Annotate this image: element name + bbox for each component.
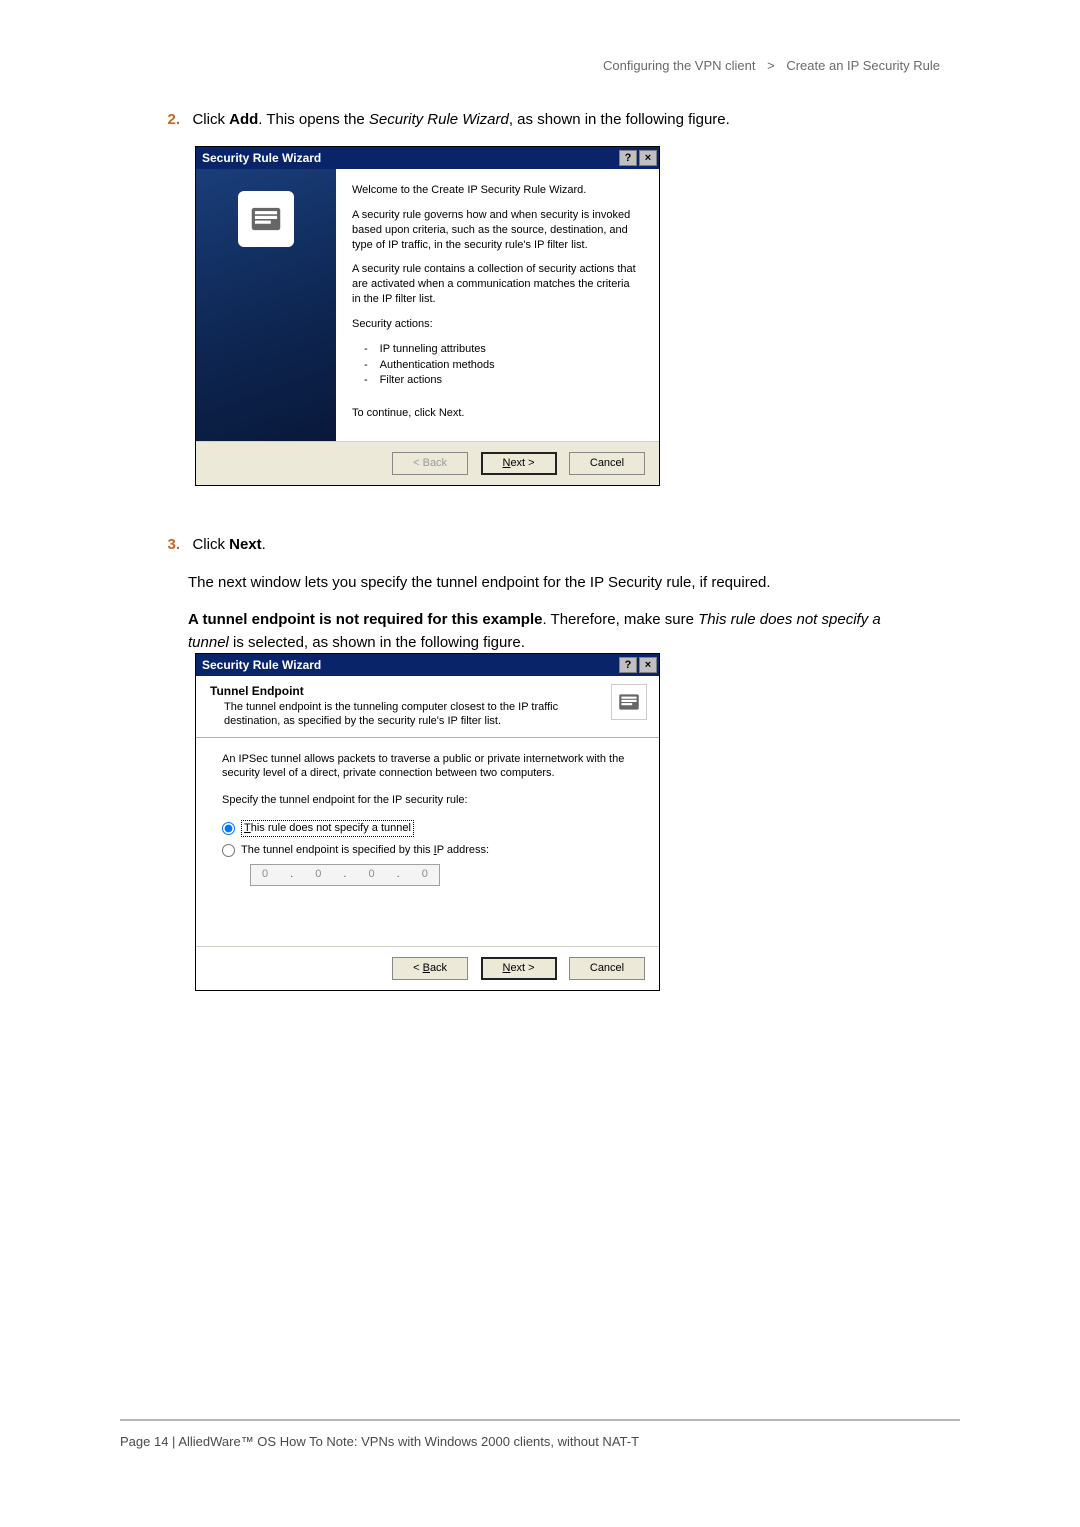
dialog2-titlebar: Security Rule Wizard ? ×	[196, 654, 659, 676]
list-item: IP tunneling attributes	[364, 342, 641, 357]
footer-divider	[120, 1419, 960, 1421]
step-2-number: 2.	[158, 111, 180, 128]
step-3-para1: The next window lets you specify the tun…	[188, 571, 918, 594]
cancel-button[interactable]: Cancel	[569, 452, 645, 475]
dialog1-actions-label: Security actions:	[352, 317, 641, 332]
step-2: 2. Click Add. This opens the Security Ru…	[158, 109, 918, 132]
wizard-sidebar-image	[196, 169, 336, 441]
back-button[interactable]: < Back	[392, 957, 468, 980]
dialog1-continue: To continue, click Next.	[352, 406, 641, 421]
wizard-icon	[238, 191, 294, 247]
dialog2-heading-desc: The tunnel endpoint is the tunneling com…	[224, 700, 645, 729]
page-footer: Page 14 | AlliedWare™ OS How To Note: VP…	[120, 1434, 639, 1449]
back-button: < Back	[392, 452, 468, 475]
radio-tunnel-ip-row[interactable]: The tunnel endpoint is specified by this…	[222, 843, 633, 858]
dialog2-title: Security Rule Wizard	[202, 654, 321, 676]
cancel-button[interactable]: Cancel	[569, 957, 645, 980]
step-3-para2: A tunnel endpoint is not required for th…	[188, 608, 918, 655]
breadcrumb-part1: Configuring the VPN client	[603, 58, 755, 73]
security-rule-wizard-welcome-dialog: Security Rule Wizard ? × Welcome to the …	[195, 146, 660, 486]
list-item: Authentication methods	[364, 358, 641, 373]
next-button[interactable]: Next >	[481, 957, 557, 980]
breadcrumb-part2: Create an IP Security Rule	[786, 58, 940, 73]
dialog1-welcome: Welcome to the Create IP Security Rule W…	[352, 183, 641, 198]
close-icon[interactable]: ×	[639, 657, 657, 673]
radio-no-tunnel-row[interactable]: This rule does not specify a tunnel	[222, 820, 633, 837]
radio-tunnel-ip-label: The tunnel endpoint is specified by this…	[241, 843, 489, 858]
dialog1-window-controls: ? ×	[619, 150, 659, 166]
step-2-text: Click Add. This opens the Security Rule …	[192, 111, 729, 128]
step-3-number: 3.	[158, 536, 180, 553]
ip-address-input[interactable]: 0. 0. 0. 0	[250, 864, 440, 886]
help-icon[interactable]: ?	[619, 150, 637, 166]
dialog2-button-row: < Back Next > Cancel	[196, 946, 659, 990]
dialog2-window-controls: ? ×	[619, 657, 659, 673]
tunnel-endpoint-dialog: Security Rule Wizard ? × Tunnel Endpoint…	[195, 653, 660, 991]
close-icon[interactable]: ×	[639, 150, 657, 166]
breadcrumb-sep: >	[767, 58, 775, 73]
list-item: Filter actions	[364, 373, 641, 388]
radio-tunnel-ip[interactable]	[222, 844, 235, 857]
dialog1-button-row: < Back Next > Cancel	[196, 441, 659, 485]
dialog2-header: Tunnel Endpoint The tunnel endpoint is t…	[196, 676, 659, 738]
dialog2-desc: An IPSec tunnel allows packets to traver…	[222, 752, 633, 782]
next-button[interactable]: Next >	[481, 452, 557, 475]
dialog1-content: Welcome to the Create IP Security Rule W…	[336, 169, 659, 441]
radio-no-tunnel-label: This rule does not specify a tunnel	[241, 820, 414, 837]
dialog1-titlebar: Security Rule Wizard ? ×	[196, 147, 659, 169]
breadcrumb: Configuring the VPN client > Create an I…	[603, 58, 940, 73]
dialog1-desc2: A security rule contains a collection of…	[352, 262, 641, 307]
dialog2-instruction: Specify the tunnel endpoint for the IP s…	[222, 793, 633, 808]
wizard-small-icon	[611, 684, 647, 720]
dialog1-desc1: A security rule governs how and when sec…	[352, 208, 641, 253]
step-3-text: Click Next.	[192, 536, 265, 553]
dialog2-heading: Tunnel Endpoint	[210, 684, 645, 698]
dialog2-body: An IPSec tunnel allows packets to traver…	[196, 738, 659, 946]
help-icon[interactable]: ?	[619, 657, 637, 673]
dialog1-actions-list: IP tunneling attributes Authentication m…	[364, 342, 641, 389]
step-3: 3. Click Next. The next window lets you …	[158, 534, 918, 654]
radio-no-tunnel[interactable]	[222, 822, 235, 835]
dialog1-title: Security Rule Wizard	[202, 147, 321, 169]
